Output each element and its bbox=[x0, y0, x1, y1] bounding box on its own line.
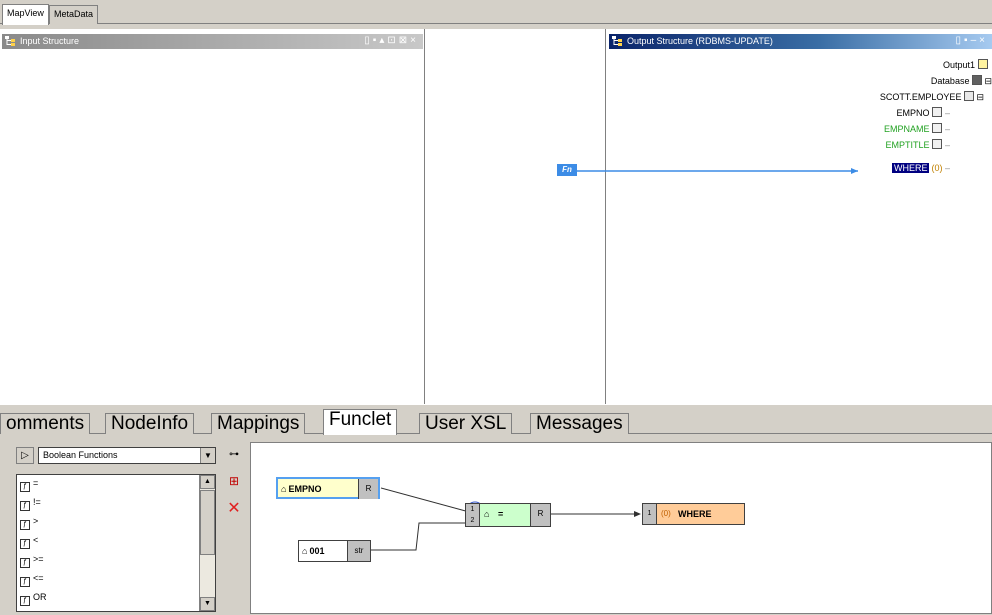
function-icon: ƒ bbox=[20, 558, 30, 568]
pointer-tool-button[interactable]: ▷ bbox=[16, 447, 34, 464]
function-list: ƒ = ƒ != ƒ > ƒ < ƒ >= ƒ <= ƒ OR ▲ ▼ bbox=[16, 474, 216, 612]
node-icon: ⌂ bbox=[302, 546, 308, 556]
delete-icon[interactable]: ✕ bbox=[225, 500, 243, 518]
output-port[interactable]: str bbox=[347, 541, 370, 561]
mapping-link-layer bbox=[576, 168, 858, 174]
function-badge[interactable]: Fn bbox=[557, 164, 577, 176]
tab-mappings[interactable]: Mappings bbox=[211, 413, 306, 435]
connector-literal bbox=[371, 522, 473, 551]
function-icon: ƒ bbox=[20, 501, 30, 511]
function-item[interactable]: ƒ <= bbox=[20, 573, 44, 587]
node-icon: ⌂ bbox=[281, 484, 287, 494]
tab-metadata[interactable]: MetaData bbox=[49, 5, 99, 24]
funclet-panel: ▷ Boolean Functions ▼ ƒ = ƒ != ƒ > ƒ < ƒ >= ƒ… bbox=[0, 434, 992, 615]
funclet-canvas[interactable]: ⌂ EMPNO R ⌂ 001 str 1 2 ⌂ = R 1 (0) WHERE bbox=[250, 442, 992, 614]
output-port[interactable]: R bbox=[530, 504, 550, 526]
function-item[interactable]: ƒ = bbox=[20, 478, 38, 492]
where-occurrence: (0) bbox=[661, 509, 671, 518]
function-list-scrollbar[interactable]: ▲ ▼ bbox=[199, 475, 215, 611]
mapping-area: Input Structure ▯▪▴⊡⊠× Output Structure … bbox=[0, 29, 992, 404]
add-node-icon[interactable]: ⊞ bbox=[225, 472, 243, 490]
node-icon: ⌂ bbox=[484, 509, 490, 519]
connector-arrowhead bbox=[634, 511, 641, 517]
function-icon: ƒ bbox=[20, 539, 30, 549]
function-item[interactable]: ƒ >= bbox=[20, 554, 44, 568]
function-category-select[interactable]: Boolean Functions ▼ bbox=[38, 447, 216, 464]
function-icon: ƒ bbox=[20, 577, 30, 587]
mapping-arrowhead bbox=[851, 168, 858, 174]
function-item[interactable]: ƒ != bbox=[20, 497, 41, 511]
node-equals[interactable]: 1 2 ⌂ = R bbox=[465, 503, 551, 527]
view-tab-strip: MapView MetaData bbox=[0, 0, 992, 25]
function-icon: ƒ bbox=[20, 520, 30, 530]
scroll-down-icon[interactable]: ▼ bbox=[200, 597, 215, 611]
funclet-toolbar: ⊶ ⊞ ✕ bbox=[222, 442, 248, 612]
funclet-connections bbox=[371, 487, 641, 551]
function-icon: ƒ bbox=[20, 596, 30, 606]
node-literal-001[interactable]: ⌂ 001 str bbox=[298, 540, 371, 562]
tab-nodeinfo[interactable]: NodeInfo bbox=[105, 413, 195, 435]
chevron-down-icon[interactable]: ▼ bbox=[200, 448, 215, 463]
tab-comments[interactable]: omments bbox=[0, 413, 91, 435]
node-where[interactable]: 1 (0) WHERE bbox=[642, 503, 745, 525]
input-port[interactable]: 1 bbox=[643, 504, 657, 524]
tab-messages[interactable]: Messages bbox=[530, 413, 629, 435]
tab-user-xsl[interactable]: User XSL bbox=[419, 413, 513, 435]
node-empno[interactable]: ⌂ EMPNO R bbox=[276, 477, 380, 499]
connector-empno bbox=[380, 487, 474, 514]
input-ports[interactable]: 1 2 bbox=[466, 504, 480, 526]
function-item[interactable]: ƒ < bbox=[20, 535, 38, 549]
function-item[interactable]: ƒ OR bbox=[20, 592, 47, 606]
function-icon: ƒ bbox=[20, 482, 30, 492]
pointer-icon: ▷ bbox=[21, 450, 29, 461]
scroll-thumb[interactable] bbox=[200, 490, 215, 555]
function-item[interactable]: ƒ > bbox=[20, 516, 38, 530]
panel-tab-strip: omments NodeInfo Mappings Funclet User X… bbox=[0, 404, 992, 435]
output-port[interactable]: R bbox=[358, 479, 378, 499]
tab-mapview[interactable]: MapView bbox=[2, 4, 49, 25]
tab-funclet[interactable]: Funclet bbox=[323, 409, 398, 435]
structure-tool-icon[interactable]: ⊶ bbox=[225, 446, 243, 464]
scroll-up-icon[interactable]: ▲ bbox=[200, 475, 215, 489]
